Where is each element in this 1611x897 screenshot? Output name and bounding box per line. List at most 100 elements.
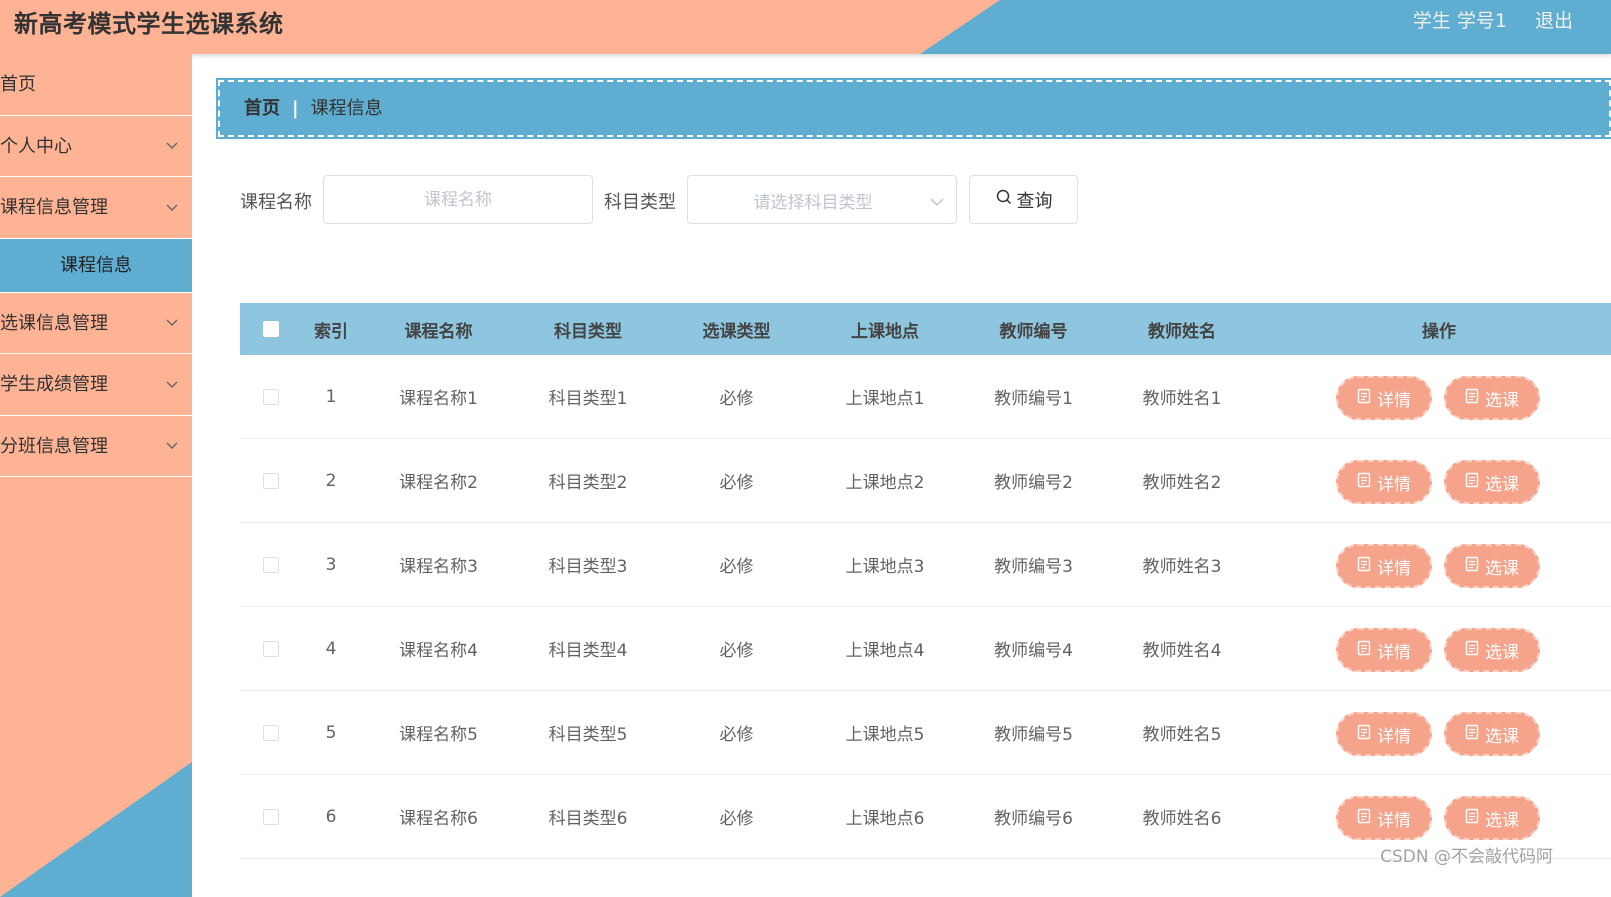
chevron-down-icon — [166, 354, 178, 415]
column-header: 教师编号 — [999, 321, 1068, 342]
course-name-input[interactable] — [323, 175, 593, 224]
table-cell: 上课地点1 — [845, 389, 925, 409]
table-cell: 科目类型5 — [548, 725, 628, 745]
column-header: 选课类型 — [702, 321, 771, 342]
chevron-down-icon — [166, 416, 178, 477]
table-cell: 1 — [325, 386, 337, 407]
table-cell: 科目类型2 — [548, 473, 628, 493]
row-checkbox-cell — [240, 775, 302, 858]
detail-button[interactable]: 详情 — [1336, 712, 1432, 756]
select-course-button-label: 选课 — [1485, 474, 1519, 495]
table-cell: 上课地点5 — [845, 725, 925, 745]
sidebar-item-label: 选课信息管理 — [0, 312, 108, 334]
table-cell: 6 — [325, 806, 337, 827]
detail-button[interactable]: 详情 — [1336, 460, 1432, 504]
select-course-button-label: 选课 — [1485, 726, 1519, 747]
column-header: 教师姓名 — [1148, 321, 1216, 342]
sidebar: 首页 个人中心 课程信息管理 课程信息 选课信息管理 学生成绩管理 分班信息管理 — [0, 54, 192, 897]
table-cell: 科目类型3 — [548, 557, 628, 577]
row-checkbox-cell — [240, 439, 302, 522]
select-course-button[interactable]: 选课 — [1444, 796, 1540, 840]
table-cell: 必修 — [719, 725, 754, 745]
column-header: 索引 — [314, 321, 348, 342]
table-cell: 教师姓名6 — [1142, 809, 1222, 829]
breadcrumb-current: 课程信息 — [310, 98, 383, 119]
select-all-checkbox[interactable] — [263, 321, 279, 337]
course-table: 索引 课程名称 科目类型 选课类型 上课地点 教师编号 教师姓名 操作 1 课程名… — [240, 303, 1611, 859]
table-cell: 必修 — [719, 809, 754, 829]
chevron-down-icon — [166, 116, 178, 177]
detail-button-label: 详情 — [1377, 726, 1411, 747]
top-header: 新高考模式学生选课系统 学生 学号1 退出 — [0, 0, 1611, 54]
row-checkbox-cell — [240, 355, 302, 438]
table-cell: 必修 — [719, 557, 754, 577]
document-icon — [1465, 556, 1479, 577]
sidebar-item-label: 学生成绩管理 — [0, 374, 108, 395]
sidebar-subitem-course-info[interactable]: 课程信息 — [0, 238, 192, 293]
table-cell: 教师编号6 — [994, 809, 1073, 829]
table-cell: 必修 — [719, 641, 754, 661]
row-checkbox[interactable] — [263, 640, 279, 657]
sidebar-item-home[interactable]: 首页 — [0, 54, 192, 116]
watermark: CSDN @不会敲代码阿 — [1380, 847, 1553, 867]
sidebar-item-label: 课程信息管理 — [0, 197, 108, 218]
header-select-all-cell — [240, 303, 302, 355]
subject-type-select[interactable]: 请选择科目类型 — [687, 175, 957, 224]
table-row: 5 课程名称5 科目类型5 必修 上课地点5 教师编号5 教师姓名5 详情 选课 — [240, 691, 1611, 775]
row-checkbox[interactable] — [263, 388, 279, 405]
table-cell: 上课地点3 — [845, 557, 925, 577]
row-checkbox[interactable] — [263, 556, 279, 573]
select-course-button[interactable]: 选课 — [1444, 544, 1540, 588]
detail-button[interactable]: 详情 — [1336, 544, 1432, 588]
document-icon — [1465, 724, 1479, 745]
detail-button-label: 详情 — [1377, 642, 1411, 663]
table-row: 2 课程名称2 科目类型2 必修 上课地点2 教师编号2 教师姓名2 详情 选课 — [240, 439, 1611, 523]
select-course-button-label: 选课 — [1485, 810, 1519, 831]
table-cell: 教师编号4 — [994, 641, 1073, 661]
column-header: 上课地点 — [851, 321, 919, 342]
document-icon — [1465, 472, 1479, 493]
sidebar-item-selection-management[interactable]: 选课信息管理 — [0, 293, 192, 354]
select-course-button[interactable]: 选课 — [1444, 628, 1540, 672]
search-button[interactable]: 查询 — [969, 175, 1078, 224]
table-cell: 教师姓名1 — [1142, 389, 1222, 409]
table-cell: 上课地点2 — [845, 473, 925, 493]
table-cell: 上课地点4 — [845, 641, 925, 661]
select-course-button[interactable]: 选课 — [1444, 460, 1540, 504]
breadcrumb-home[interactable]: 首页 — [244, 98, 280, 119]
select-course-button[interactable]: 选课 — [1444, 712, 1540, 756]
detail-button[interactable]: 详情 — [1336, 376, 1432, 420]
row-checkbox[interactable] — [263, 724, 279, 741]
detail-button-label: 详情 — [1377, 558, 1411, 579]
table-cell: 课程名称1 — [399, 389, 478, 409]
document-icon — [1357, 640, 1371, 661]
select-course-button[interactable]: 选课 — [1444, 376, 1540, 420]
sidebar-item-personal-center[interactable]: 个人中心 — [0, 116, 192, 177]
sidebar-item-grade-management[interactable]: 学生成绩管理 — [0, 354, 192, 416]
table-cell: 教师编号5 — [994, 725, 1073, 745]
row-checkbox[interactable] — [263, 808, 279, 825]
detail-button-label: 详情 — [1377, 390, 1411, 411]
detail-button[interactable]: 详情 — [1336, 628, 1432, 672]
column-header: 科目类型 — [554, 321, 622, 342]
document-icon — [1357, 724, 1371, 745]
table-cell: 教师编号2 — [994, 473, 1073, 493]
breadcrumb: 首页 | 课程信息 — [216, 78, 1611, 139]
row-checkbox-cell — [240, 607, 302, 690]
table-cell: 教师姓名5 — [1142, 725, 1222, 745]
select-course-button-label: 选课 — [1485, 558, 1519, 579]
logout-button[interactable]: 退出 — [1535, 6, 1611, 33]
document-icon — [1357, 472, 1371, 493]
column-header: 课程名称 — [404, 321, 473, 342]
table-cell: 4 — [325, 638, 337, 659]
chevron-down-icon — [930, 192, 944, 211]
table-cell: 课程名称6 — [399, 809, 478, 829]
sidebar-item-course-management[interactable]: 课程信息管理 — [0, 177, 192, 239]
sidebar-item-class-management[interactable]: 分班信息管理 — [0, 416, 192, 477]
document-icon — [1465, 808, 1479, 829]
select-course-button-label: 选课 — [1485, 642, 1519, 663]
row-checkbox[interactable] — [263, 472, 279, 489]
select-course-button-label: 选课 — [1485, 390, 1519, 411]
detail-button[interactable]: 详情 — [1336, 796, 1432, 840]
table-cell: 课程名称5 — [399, 725, 478, 745]
